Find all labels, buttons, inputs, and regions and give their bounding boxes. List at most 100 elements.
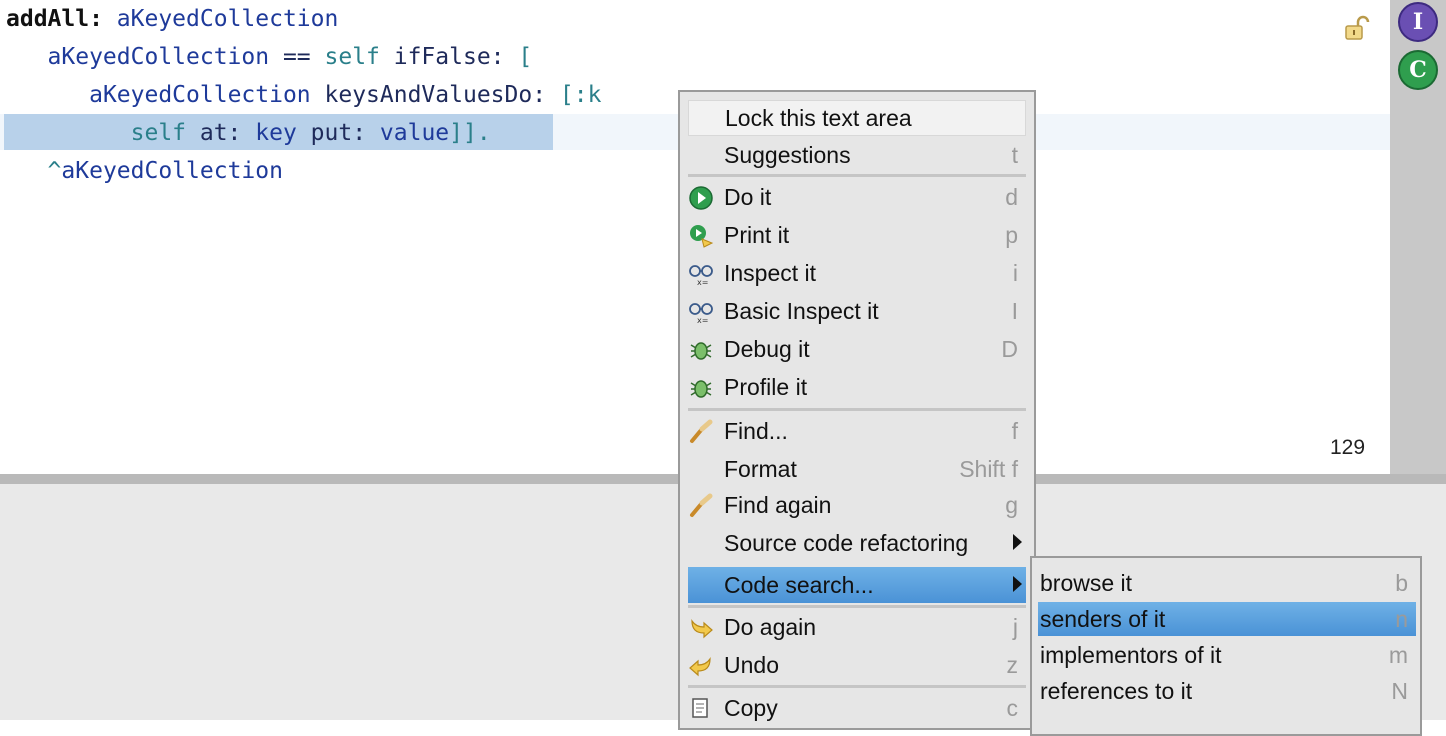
menu-item-copy[interactable]: Copy c bbox=[688, 690, 1026, 726]
menu-separator bbox=[688, 685, 1026, 688]
menu-separator bbox=[688, 174, 1026, 177]
menu-item-format[interactable]: Format Shift f bbox=[688, 451, 1026, 487]
menu-item-label: Undo bbox=[724, 651, 779, 678]
menu-item-profile-it[interactable]: Profile it bbox=[688, 369, 1026, 405]
line-count: 129 bbox=[1330, 436, 1366, 459]
code-line-4[interactable]: self at: key put: value]]. bbox=[6, 114, 491, 152]
menu-item-label: Copy bbox=[724, 694, 778, 721]
menu-item-print-it[interactable]: Print it p bbox=[688, 217, 1026, 253]
argument-name: aKeyedCollection bbox=[116, 6, 339, 32]
variable-ref: aKeyedCollection bbox=[47, 44, 270, 70]
menu-item-label: Inspect it bbox=[724, 259, 817, 286]
unlock-icon[interactable] bbox=[1344, 14, 1372, 42]
menu-shortcut: g bbox=[1005, 491, 1018, 518]
block-bracket: [ bbox=[518, 44, 533, 70]
code-line-5[interactable]: ^aKeyedCollection bbox=[6, 152, 283, 190]
menu-shortcut: z bbox=[1006, 651, 1019, 678]
block-args: [:k bbox=[559, 82, 602, 108]
variable-ref: aKeyedCollection bbox=[89, 82, 311, 108]
context-menu: Lock this text area Suggestions t Do it … bbox=[678, 90, 1036, 730]
code-line-3[interactable]: aKeyedCollection keysAndValuesDo: [:k bbox=[6, 76, 601, 114]
submenu-item-label: references to it bbox=[1040, 677, 1193, 704]
submenu-item-label: senders of it bbox=[1040, 605, 1166, 632]
menu-item-label: Lock this text area bbox=[725, 104, 912, 131]
do-it-icon bbox=[689, 186, 713, 210]
submenu-shortcut: b bbox=[1395, 569, 1408, 596]
menu-shortcut: I bbox=[1011, 297, 1018, 324]
submenu-shortcut: N bbox=[1391, 677, 1408, 704]
message-selector: at: bbox=[186, 120, 256, 146]
inspect-button[interactable]: I bbox=[1398, 2, 1438, 42]
menu-item-do-again[interactable]: Do again j bbox=[688, 609, 1026, 645]
menu-item-label: Print it bbox=[724, 221, 790, 248]
menu-item-source-code-refactoring[interactable]: Source code refactoring bbox=[688, 525, 1026, 561]
bug-icon bbox=[690, 342, 712, 360]
menu-item-find-again[interactable]: Find again g bbox=[688, 487, 1026, 523]
menu-item-lock-text-area[interactable]: Lock this text area bbox=[688, 100, 1026, 136]
menu-item-label: Debug it bbox=[724, 335, 810, 362]
menu-shortcut: c bbox=[1006, 694, 1019, 721]
menu-shortcut: D bbox=[1001, 335, 1018, 362]
find-icon bbox=[690, 493, 713, 517]
submenu-item-label: implementors of it bbox=[1040, 641, 1222, 668]
undo-icon bbox=[689, 657, 711, 677]
submenu-item-label: browse it bbox=[1040, 569, 1133, 596]
menu-separator bbox=[688, 408, 1026, 411]
self-keyword: self bbox=[130, 120, 187, 146]
menu-shortcut: t bbox=[1011, 141, 1018, 168]
menu-item-label: Find again bbox=[724, 491, 832, 518]
menu-item-label: Format bbox=[724, 455, 797, 482]
menu-item-label: Do it bbox=[724, 183, 772, 210]
menu-item-label: Do again bbox=[724, 613, 817, 640]
menu-item-do-it[interactable]: Do it d bbox=[688, 179, 1026, 215]
code-line-1[interactable]: addAll: aKeyedCollection bbox=[6, 0, 338, 38]
menu-item-debug-it[interactable]: Debug it D bbox=[688, 331, 1026, 367]
block-close: ]]. bbox=[449, 120, 491, 146]
menu-shortcut: f bbox=[1011, 417, 1018, 444]
class-button[interactable]: C bbox=[1398, 50, 1438, 90]
menu-shortcut: Shift f bbox=[959, 455, 1018, 482]
menu-item-code-search[interactable]: Code search... bbox=[688, 567, 1026, 603]
menu-separator bbox=[688, 605, 1026, 608]
menu-shortcut: j bbox=[1012, 613, 1018, 640]
menu-item-label: Basic Inspect it bbox=[724, 297, 879, 324]
menu-item-undo[interactable]: Undo z bbox=[688, 647, 1026, 683]
submenu-item-browse-it[interactable]: browse it b bbox=[1038, 566, 1416, 600]
svg-text:x=: x= bbox=[697, 278, 708, 287]
menu-item-label: Suggestions bbox=[724, 141, 851, 168]
bug-icon bbox=[690, 380, 712, 398]
menu-item-label: Profile it bbox=[724, 373, 808, 400]
find-icon bbox=[690, 419, 713, 443]
svg-text:x=: x= bbox=[697, 316, 708, 325]
message-selector: keysAndValuesDo: bbox=[310, 82, 560, 108]
menu-item-inspect-it[interactable]: x= Inspect it i bbox=[688, 255, 1026, 291]
menu-item-suggestions[interactable]: Suggestions t bbox=[688, 137, 1026, 173]
code-search-submenu: browse it b senders of it n implementors… bbox=[1030, 556, 1422, 736]
submenu-item-references-to-it[interactable]: references to it N bbox=[1038, 674, 1416, 708]
submenu-item-senders-of-it[interactable]: senders of it n bbox=[1038, 602, 1416, 636]
inspect-icon: x= bbox=[689, 303, 713, 325]
menu-shortcut: p bbox=[1005, 221, 1018, 248]
menu-item-basic-inspect-it[interactable]: x= Basic Inspect it I bbox=[688, 293, 1026, 329]
menu-item-label: Code search... bbox=[724, 571, 874, 598]
message-selector: ifFalse: bbox=[379, 44, 519, 70]
method-selector: addAll: bbox=[6, 6, 103, 32]
print-it-icon bbox=[690, 225, 714, 248]
submenu-arrow-icon bbox=[1013, 534, 1022, 550]
redo-icon bbox=[691, 619, 713, 639]
submenu-shortcut: n bbox=[1395, 605, 1408, 632]
menu-item-label: Find... bbox=[724, 417, 788, 444]
code-line-2[interactable]: aKeyedCollection == self ifFalse: [ bbox=[6, 38, 533, 76]
menu-shortcut: d bbox=[1005, 183, 1018, 210]
self-keyword: self bbox=[324, 44, 380, 70]
submenu-arrow-icon bbox=[1013, 576, 1022, 592]
submenu-item-implementors-of-it[interactable]: implementors of it m bbox=[1038, 638, 1416, 672]
menu-shortcut: i bbox=[1012, 259, 1018, 286]
submenu-shortcut: m bbox=[1388, 641, 1408, 668]
menu-item-find[interactable]: Find... f bbox=[688, 413, 1026, 449]
